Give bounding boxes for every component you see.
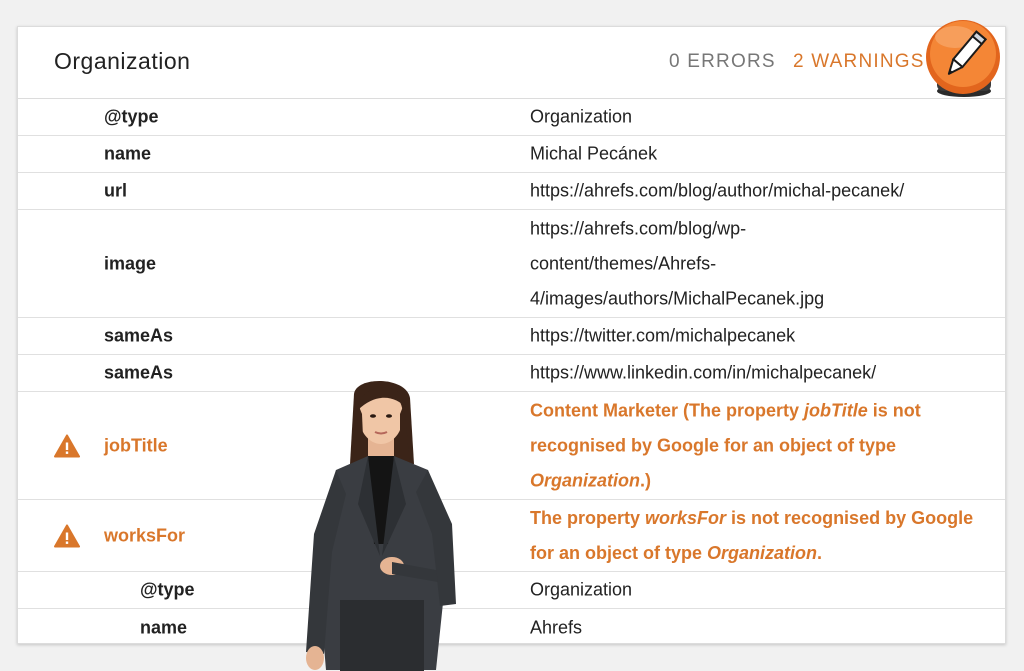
property-row: url https://ahrefs.com/blog/author/micha… [18,173,1005,210]
value-emphasis: Organization [707,542,818,563]
card-header: Organization 0 ERRORS 2 WARNINGS [18,27,1005,99]
property-key: sameAs [104,325,174,346]
property-value: https://ahrefs.com/blog/wp- content/them… [530,211,1000,316]
property-key: url [104,180,128,201]
property-row: sameAs https://www.linkedin.com/in/micha… [18,355,1005,392]
value-emphasis: worksFor [645,507,727,528]
property-value: Content Marketer (The property jobTitle … [530,393,1000,498]
warnings-count[interactable]: 2 WARNINGS [793,51,925,73]
property-value: Organization [530,106,633,127]
property-row: @type Organization [18,99,1005,136]
property-row-warning: worksFor The property worksFor is not re… [18,500,1005,572]
errors-count[interactable]: 0 ERRORS [669,51,776,73]
card-title: Organization [54,48,191,74]
value-text: The property [530,507,646,528]
property-value: https://www.linkedin.com/in/michalpecane… [530,362,877,383]
property-value: Michal Pecánek [530,143,658,164]
page: Organization 0 ERRORS 2 WARNINGS @type O… [0,0,1024,671]
property-key: name [104,143,152,164]
value-text: Content Marketer (The property [530,400,805,420]
property-key: @type [104,106,159,127]
property-table: @type Organization name Michal Pecánek u… [18,99,1005,643]
value-emphasis: Organization [530,470,641,490]
property-key: @type [140,579,195,600]
property-key: sameAs [104,362,174,383]
property-key: image [104,253,157,273]
property-value: https://ahrefs.com/blog/author/michal-pe… [530,180,905,201]
property-key: name [140,617,188,637]
pencil-icon [926,20,1000,97]
property-value: Organization [530,579,633,600]
warning-triangle-icon [54,434,80,457]
warning-triangle-icon [54,524,80,547]
property-value: Ahrefs [530,617,583,637]
woman-in-suit-image [306,380,456,671]
property-key: worksFor [104,525,186,545]
structured-data-card: Organization 0 ERRORS 2 WARNINGS @type O… [17,26,1006,644]
value-line: content/themes/Ahrefs- [530,253,717,273]
property-value: https://twitter.com/michalpecanek [530,325,796,346]
value-line: 4/images/authors/MichalPecanek.jpg [530,288,825,308]
property-row-nested: @type Organization [18,572,1005,609]
value-emphasis: jobTitle [804,400,868,420]
value-text: .) [640,470,652,490]
property-row: sameAs https://twitter.com/michalpecanek [18,318,1005,355]
property-row-nested: name Ahrefs [18,609,1005,643]
property-key: jobTitle [104,435,168,455]
property-row-warning: jobTitle Content Marketer (The property … [18,392,1005,500]
property-value: The property worksFor is not recognised … [530,501,1000,571]
property-row: name Michal Pecánek [18,136,1005,173]
value-text: . [817,542,823,563]
value-line: https://ahrefs.com/blog/wp- [530,218,747,238]
property-row: image https://ahrefs.com/blog/wp- conten… [18,210,1005,318]
